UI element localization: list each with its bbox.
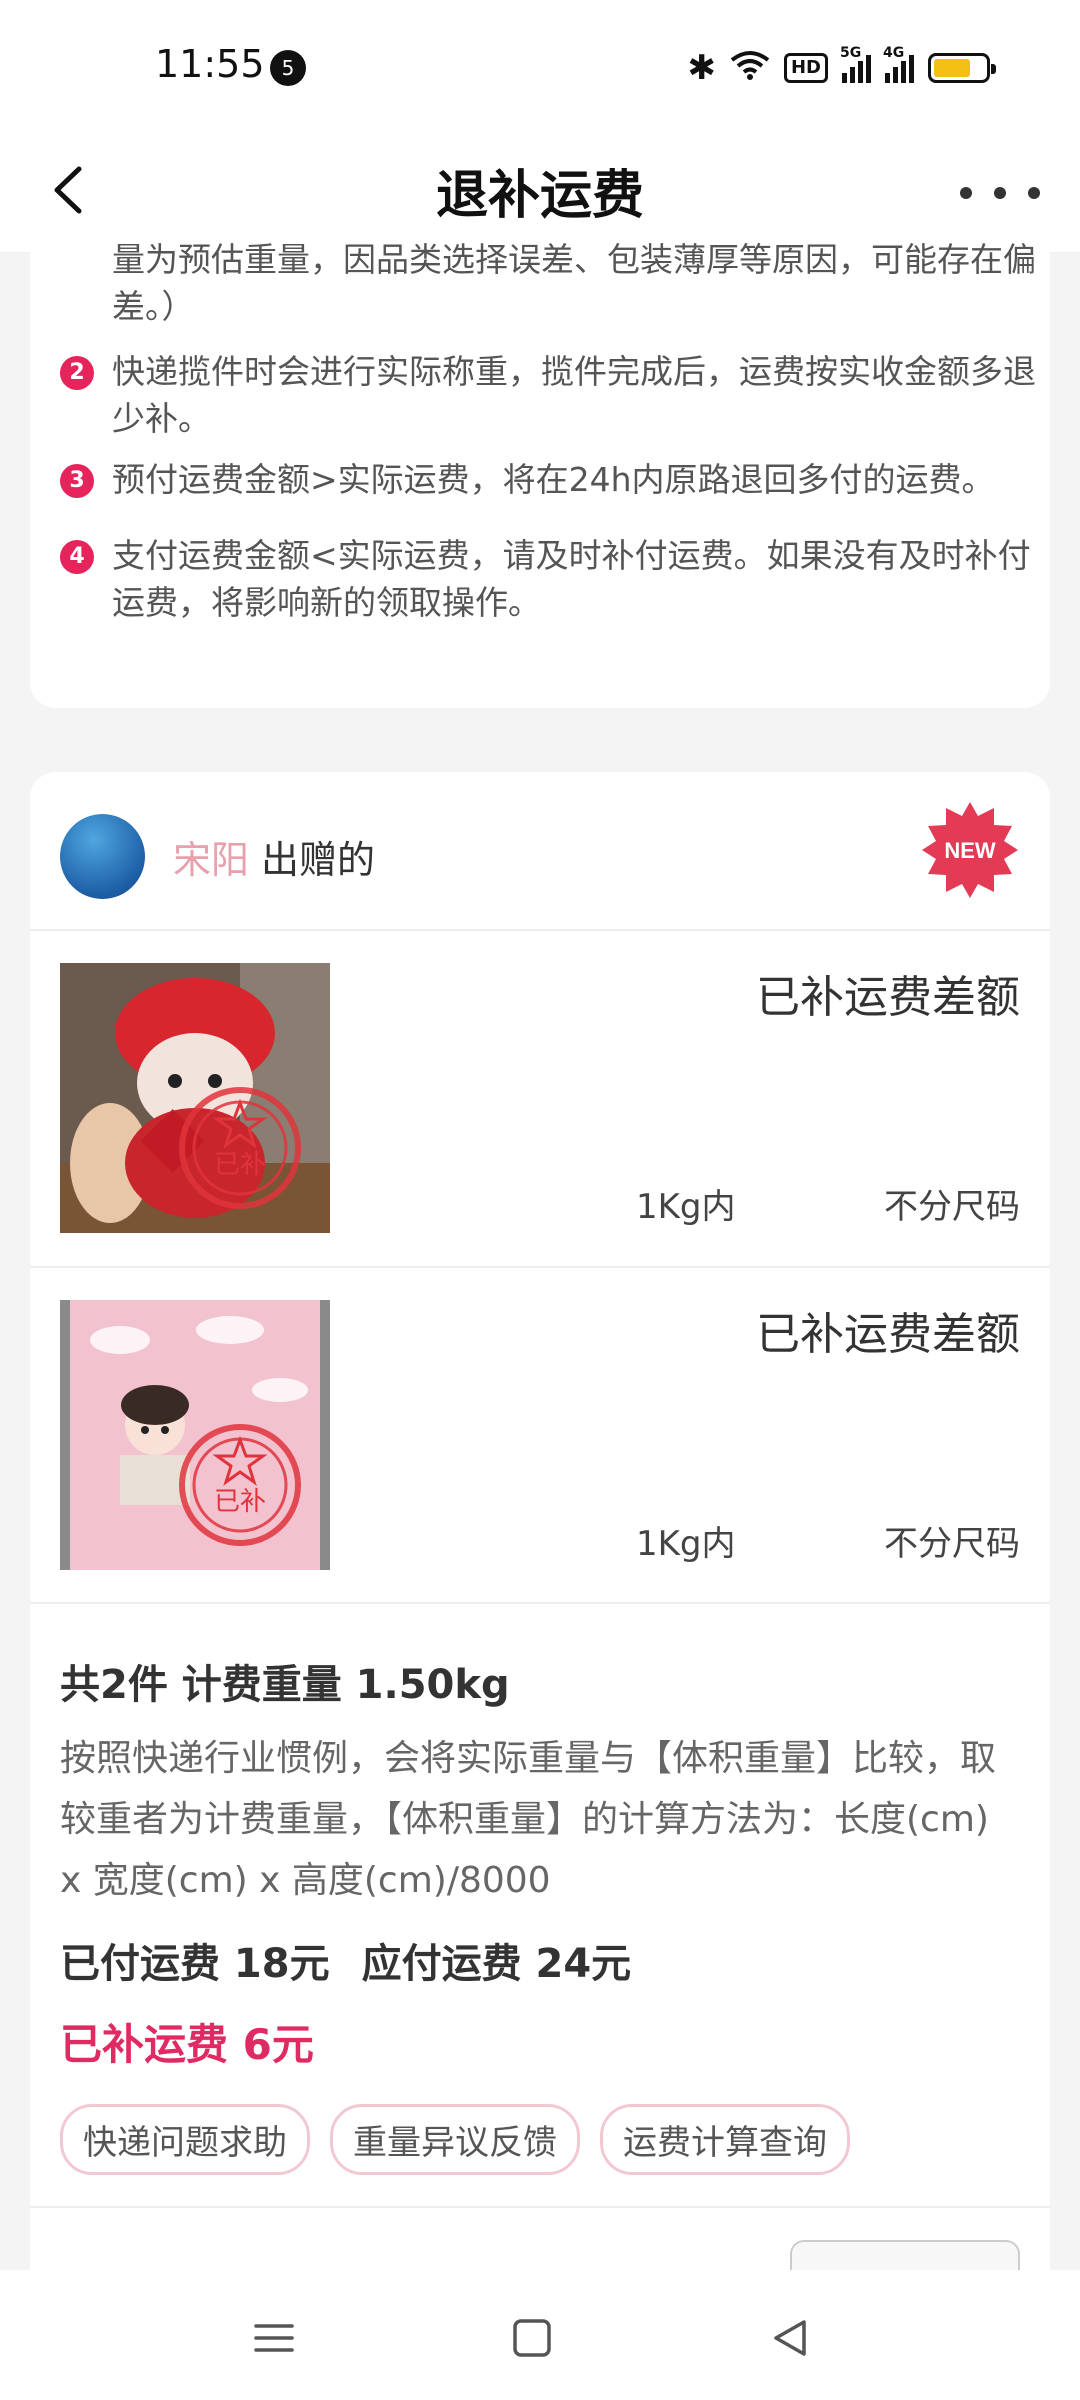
more-dot-icon xyxy=(994,187,1006,199)
rule-number xyxy=(60,244,94,278)
bluetooth-icon: ✱ xyxy=(687,48,716,88)
status-time: 11:55 xyxy=(155,42,265,86)
item-thumbnail: 已补 xyxy=(60,963,330,1233)
rule-number: 3 xyxy=(60,464,94,498)
status-bar: 11:55 5 ✱ HD 5G 4G xyxy=(0,0,1080,135)
billing-weight: 共2件 计费重量 1.50kg xyxy=(60,1662,510,1708)
stamp-text: 已补 xyxy=(214,1150,266,1180)
signal-4g-icon: 4G xyxy=(883,45,914,83)
rule-text: 支付运费金额<实际运费，请及时补付运费。如果没有及时补付运费，将影响新的领取操作… xyxy=(112,536,1031,622)
giver-row[interactable]: 宋阳 出赠的 xyxy=(60,814,375,899)
rule-item: 量为预估重量，因品类选择误差、包装薄厚等原因，可能存在偏差。） xyxy=(60,236,1040,330)
fee-row: 已付运费 18元 应付运费 24元 xyxy=(60,1931,1020,1989)
hd-voice-icon: HD xyxy=(783,53,828,83)
supplement-fee: 已补运费 6元 xyxy=(60,2020,314,2069)
item-status: 已补运费差额 xyxy=(756,1309,1020,1360)
due-fee: 应付运费 24元 xyxy=(361,1941,632,1987)
divider xyxy=(30,1602,1050,1604)
home-button[interactable] xyxy=(502,2308,562,2368)
page-title: 退补运费 xyxy=(435,166,644,226)
volume-weight-description: 按照快递行业惯例，会将实际重量与【体积重量】比较，取较重者为计费重量，【体积重量… xyxy=(60,1738,997,1901)
fee-calc-query-chip[interactable]: 运费计算查询 xyxy=(600,2104,850,2175)
divider xyxy=(30,2206,1050,2208)
rule-number: 2 xyxy=(60,356,94,390)
rule-item: 3 预付运费金额>实际运费，将在24h内原路退回多付的运费。 xyxy=(60,456,1040,503)
giver-suffix: 出赠的 xyxy=(261,838,376,882)
rule-number: 4 xyxy=(60,540,94,574)
giver-name: 宋阳 xyxy=(173,838,250,882)
more-dot-icon xyxy=(960,187,972,199)
rule-item: 2 快递揽件时会进行实际称重，揽件完成后，运费按实收金额多退少补。 xyxy=(60,348,1040,442)
back-nav-button[interactable] xyxy=(760,2308,820,2368)
stamp-text: 已补 xyxy=(214,1487,266,1517)
express-help-chip[interactable]: 快递问题求助 xyxy=(60,2104,310,2175)
new-badge: NEW xyxy=(920,800,1020,900)
item-size: 不分尺码 xyxy=(884,1524,1020,1564)
rule-item: 4 支付运费金额<实际运费，请及时补付运费。如果没有及时补付运费，将影响新的领取… xyxy=(60,532,1040,626)
paid-fee: 已付运费 18元 xyxy=(60,1941,330,1987)
home-square-icon xyxy=(513,2319,551,2357)
avatar xyxy=(60,814,145,899)
status-icons: ✱ HD 5G 4G xyxy=(687,45,996,88)
battery-icon xyxy=(928,53,996,83)
back-triangle-icon xyxy=(774,2320,806,2356)
new-badge-text: NEW xyxy=(944,838,996,863)
fee-summary: 共2件 计费重量 1.50kg 按照快递行业惯例，会将实际重量与【体积重量】比较… xyxy=(60,1652,1020,2175)
more-dot-icon xyxy=(1028,187,1040,199)
item-weight: 1Kg内 xyxy=(636,1524,736,1564)
help-chips: 快递问题求助 重量异议反馈 运费计算查询 xyxy=(60,2104,1020,2175)
order-item[interactable]: 已补 已补运费差额 1Kg内 不分尺码 xyxy=(30,1268,1050,1604)
shipping-rules-card: 量为预估重量，因品类选择误差、包装薄厚等原因，可能存在偏差。） 2 快递揽件时会… xyxy=(30,238,1050,708)
rule-text: 量为预估重量，因品类选择误差、包装薄厚等原因，可能存在偏差。） xyxy=(112,240,1036,326)
signal-5g-icon: 5G xyxy=(840,45,871,83)
more-options-button[interactable] xyxy=(960,173,1040,213)
item-weight: 1Kg内 xyxy=(636,1187,736,1227)
notification-count-badge: 5 xyxy=(270,50,306,86)
pink-blanket-photo-icon: 已补 xyxy=(60,1300,330,1570)
rule-text: 快递揽件时会进行实际称重，揽件完成后，运费按实收金额多退少补。 xyxy=(112,352,1036,438)
plush-toy-photo-icon: 已补 xyxy=(60,963,330,1233)
order-card: 宋阳 出赠的 NEW 已补 已补运费差额 1Kg内 不分尺码 已补 已补运费差额… xyxy=(30,772,1050,2280)
system-navigation-bar xyxy=(0,2270,1080,2400)
wifi-icon xyxy=(730,50,770,87)
weight-dispute-chip[interactable]: 重量异议反馈 xyxy=(330,2104,580,2175)
order-item[interactable]: 已补 已补运费差额 1Kg内 不分尺码 xyxy=(30,931,1050,1267)
item-thumbnail: 已补 xyxy=(60,1300,330,1570)
item-size: 不分尺码 xyxy=(884,1187,1020,1227)
rule-text: 预付运费金额>实际运费，将在24h内原路退回多付的运费。 xyxy=(112,460,995,499)
menu-button[interactable] xyxy=(244,2308,304,2368)
menu-icon xyxy=(254,2324,294,2352)
item-status: 已补运费差额 xyxy=(756,972,1020,1023)
